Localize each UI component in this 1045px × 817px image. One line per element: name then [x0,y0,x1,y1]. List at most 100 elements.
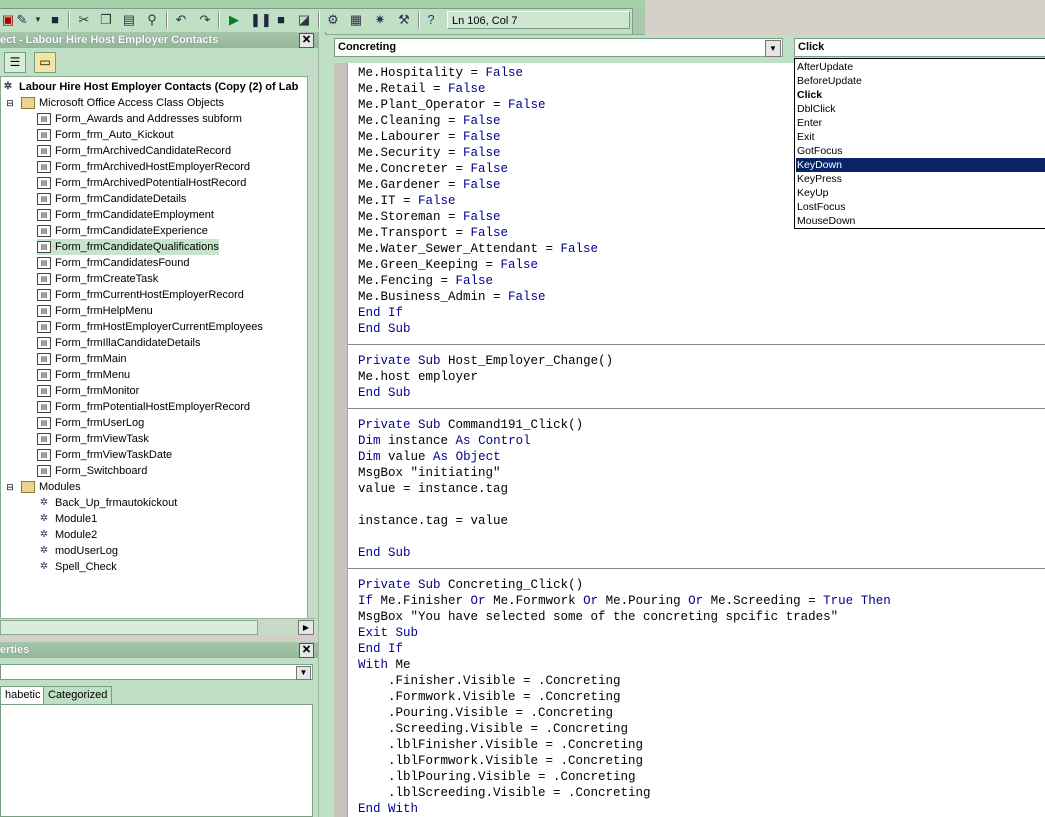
code-line[interactable]: End If [358,641,403,657]
procedure-option[interactable]: DblClick [796,102,1045,116]
code-line[interactable]: MsgBox "You have selected some of the co… [358,609,838,625]
close-properties-button[interactable]: ✕ [299,643,314,658]
chevron-down-icon[interactable]: ▼ [296,666,311,680]
procedure-option[interactable]: AfterUpdate [796,60,1045,74]
toolbox-icon[interactable]: ⚒ [396,12,412,28]
view-object-icon[interactable]: ☰ [4,52,26,73]
folder-modules[interactable]: ⊟ Modules [3,479,81,495]
code-line[interactable]: Me.Retail = False [358,81,486,97]
tree-item-form[interactable]: ▤ Form_frmCandidateEmployment [37,207,214,223]
redo-icon[interactable]: ↷ [197,12,213,28]
tree-item-form[interactable]: ▤ Form_frmArchivedPotentialHostRecord [37,175,246,191]
code-line[interactable]: .lblFinisher.Visible = .Concreting [358,737,643,753]
code-line[interactable]: Me.Hospitality = False [358,65,523,81]
procedure-option[interactable]: BeforeUpdate [796,74,1045,88]
code-line[interactable]: .lblFormwork.Visible = .Concreting [358,753,643,769]
tree-item-form[interactable]: ▤ Form_frmCandidateExperience [37,223,208,239]
code-line[interactable]: End Sub [358,545,411,561]
procedure-option[interactable]: GotFocus [796,144,1045,158]
tree-item-form[interactable]: ▤ Form_frmCurrentHostEmployerRecord [37,287,244,303]
collapse-icon[interactable]: ⊟ [3,97,17,109]
code-line[interactable]: Me.Gardener = False [358,177,501,193]
code-line[interactable]: Private Sub Host_Employer_Change() [358,353,613,369]
find-icon[interactable]: ⚲ [144,12,160,28]
tree-item-form[interactable]: ▤ Form_frmViewTask [37,431,149,447]
tree-horizontal-scrollbar[interactable]: ▶ [0,618,316,635]
chevron-down-icon[interactable]: ▼ [765,40,781,57]
procedure-option[interactable]: KeyPress [796,172,1045,186]
code-line[interactable]: End Sub [358,385,411,401]
tree-item-form[interactable]: ▤ Form_frmCreateTask [37,271,158,287]
code-line[interactable]: .lblScreeding.Visible = .Concreting [358,785,651,801]
code-line[interactable]: .Formwork.Visible = .Concreting [358,689,621,705]
copy-icon[interactable]: ❐ [98,12,114,28]
insert-module-icon[interactable]: ✎ [14,12,30,28]
properties-object-select[interactable]: ▼ [0,664,313,680]
code-line[interactable]: Me.Water_Sewer_Attendant = False [358,241,598,257]
code-line[interactable]: Me.IT = False [358,193,456,209]
tree-item-form[interactable]: ▤ Form_frmArchivedCandidateRecord [37,143,231,159]
reset-icon[interactable]: ■ [273,12,289,28]
code-line[interactable]: Me.Concreter = False [358,161,508,177]
code-line[interactable]: MsgBox "initiating" [358,465,501,481]
tree-item-form[interactable]: ▤ Form_frmUserLog [37,415,144,431]
code-line[interactable]: Me.Green_Keeping = False [358,257,538,273]
code-line[interactable]: .Screeding.Visible = .Concreting [358,721,628,737]
code-line[interactable]: .lblPouring.Visible = .Concreting [358,769,636,785]
code-line[interactable]: End Sub [358,321,411,337]
run-icon[interactable]: ▶ [226,12,242,28]
tree-item-form[interactable]: ▤ Form_frmMenu [37,367,130,383]
code-line[interactable]: value = instance.tag [358,481,508,497]
code-line[interactable]: .Pouring.Visible = .Concreting [358,705,613,721]
procedure-option[interactable]: Click [796,88,1045,102]
tab-categorized[interactable]: Categorized [43,686,113,704]
tree-item-form[interactable]: ▤ Form_Switchboard [37,463,147,479]
tree-item-module[interactable]: ✲ Back_Up_frmautokickout [37,495,177,511]
procedure-option[interactable]: Enter [796,116,1045,130]
code-line[interactable]: Me.host employer [358,369,478,385]
object-browser-icon[interactable]: ✷ [372,12,388,28]
procedure-option[interactable]: KeyUp [796,186,1045,200]
code-line[interactable]: .Finisher.Visible = .Concreting [358,673,621,689]
procedure-option[interactable]: KeyDown [796,158,1045,172]
tree-item-form[interactable]: ▤ Form_frmMain [37,351,127,367]
code-line[interactable]: With Me [358,657,411,673]
help-icon[interactable]: ? [423,12,439,28]
close-project-explorer-button[interactable]: ✕ [299,33,314,48]
tree-item-form[interactable]: ▤ Form_Awards and Addresses subform [37,111,242,127]
code-margin-indicator-bar[interactable] [334,63,348,817]
tree-item-form[interactable]: ▤ Form_frmArchivedHostEmployerRecord [37,159,250,175]
procedure-select[interactable]: Click [794,38,1045,57]
tree-item-form[interactable]: ▤ Form_frmCandidateDetails [37,191,186,207]
toggle-folders-icon[interactable]: ▭ [34,52,56,73]
insert-dropdown-icon[interactable]: ▼ [30,12,46,28]
tree-item-form[interactable]: ▤ Form_frmMonitor [37,383,139,399]
scroll-thumb[interactable] [0,620,258,635]
code-line[interactable]: Exit Sub [358,625,418,641]
tab-alphabetic[interactable]: habetic [0,686,46,704]
code-line[interactable]: Me.Fencing = False [358,273,493,289]
tree-item-module[interactable]: ✲ Module2 [37,527,97,543]
tree-item-form[interactable]: ▤ Form_frmHelpMenu [37,303,153,319]
code-line[interactable]: Me.Cleaning = False [358,113,501,129]
properties-window-icon[interactable]: ▦ [348,12,364,28]
undo-icon[interactable]: ↶ [173,12,189,28]
tree-item-form[interactable]: ▤ Form_frmCandidateQualifications [37,239,219,255]
procedure-option[interactable]: MouseDown [796,214,1045,228]
code-line[interactable]: Me.Transport = False [358,225,508,241]
toolbar-options-grip[interactable] [632,8,645,34]
tree-item-form[interactable]: ▤ Form_frmPotentialHostEmployerRecord [37,399,250,415]
code-line[interactable]: Me.Plant_Operator = False [358,97,546,113]
tree-item-module[interactable]: ✲ Spell_Check [37,559,117,575]
tree-item-form[interactable]: ▤ Form_frmIllaCandidateDetails [37,335,201,351]
procedure-option[interactable]: LostFocus [796,200,1045,214]
tree-item-form[interactable]: ▤ Form_frmHostEmployerCurrentEmployees [37,319,263,335]
cut-icon[interactable]: ✂ [76,12,92,28]
paste-icon[interactable]: ▤ [121,12,137,28]
code-line[interactable]: Dim value As Object [358,449,501,465]
code-line[interactable]: Me.Labourer = False [358,129,501,145]
tree-item-form[interactable]: ▤ Form_frmCandidatesFound [37,255,190,271]
tree-item-module[interactable]: ✲ modUserLog [37,543,118,559]
tree-item-form[interactable]: ▤ Form_frm_Auto_Kickout [37,127,174,143]
code-line[interactable]: Me.Security = False [358,145,501,161]
